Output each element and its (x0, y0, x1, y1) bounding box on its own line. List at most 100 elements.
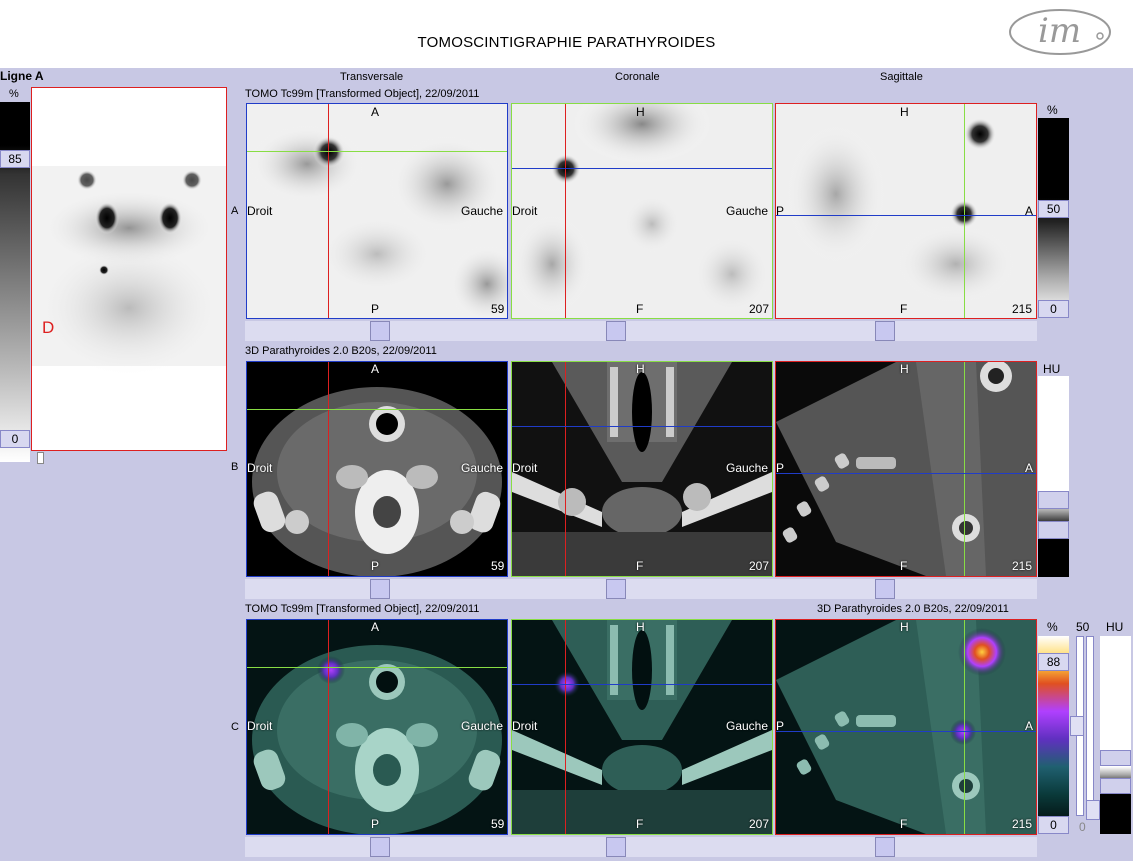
orient-anterior: A (1025, 719, 1034, 733)
im-logo: im (1008, 6, 1113, 58)
row-c-hu-bar[interactable] (1100, 636, 1131, 834)
row-c-scale-top[interactable]: 88 (1038, 653, 1069, 671)
transverse-slice-slider[interactable] (370, 321, 390, 341)
slice-number: 207 (749, 302, 770, 316)
orient-head: H (900, 620, 909, 634)
slice-number: 215 (1012, 302, 1033, 316)
crosshair-vertical (565, 104, 566, 318)
orient-left: Gauche (726, 461, 769, 475)
orient-head: H (900, 362, 909, 376)
row-a-slice-bar (245, 321, 1037, 341)
column-header-sagittal: Sagittale (880, 71, 923, 83)
crosshair-horizontal (512, 426, 772, 427)
orient-head: H (636, 620, 645, 634)
ct-sagittal-view[interactable] (775, 361, 1037, 577)
row-label-b: B (231, 461, 239, 473)
row-c-scale-unit: % (1047, 620, 1058, 634)
orient-anterior: A (371, 362, 380, 376)
orient-anterior: A (371, 105, 380, 119)
left-percent-label: % (9, 88, 19, 100)
series-label-nm: TOMO Tc99m [Transformed Object], 22/09/2… (245, 88, 480, 100)
column-header-coronal: Coronale (615, 71, 660, 83)
row-b-window-top[interactable] (1038, 491, 1069, 509)
row-c-scale-bottom[interactable]: 0 (1038, 816, 1069, 834)
row-c-hu-label: HU (1106, 620, 1124, 634)
crosshair-vertical (964, 362, 965, 576)
orient-left: Gauche (726, 204, 769, 218)
orient-right: Droit (512, 204, 538, 218)
orient-posterior: P (776, 461, 785, 475)
row-b-slice-bar (245, 579, 1037, 599)
crosshair-vertical (964, 620, 965, 834)
crosshair-horizontal (776, 215, 1036, 216)
left-scroll-handle[interactable] (37, 452, 44, 464)
line-label: Ligne A (0, 69, 44, 83)
orient-foot: F (900, 302, 908, 316)
blend-slider-thumb[interactable] (1070, 716, 1084, 736)
slice-number: 207 (749, 559, 770, 573)
row-b-scale-unit: HU (1043, 362, 1061, 376)
row-label-a: A (231, 205, 239, 217)
crosshair-vertical (328, 104, 329, 318)
blend-slider-track-2[interactable] (1086, 636, 1094, 816)
crosshair-horizontal (776, 473, 1036, 474)
slice-number: 215 (1012, 817, 1033, 831)
crosshair-vertical (565, 362, 566, 576)
sagittal-slice-slider[interactable] (875, 579, 895, 599)
orient-right: Droit (247, 719, 273, 733)
orient-right: Droit (512, 719, 538, 733)
left-scale-min[interactable]: 0 (0, 430, 30, 448)
crosshair-vertical (565, 620, 566, 834)
row-a-scale-unit: % (1047, 103, 1058, 117)
slice-number: 59 (491, 559, 505, 573)
orient-posterior: P (776, 204, 785, 218)
crosshair-horizontal (247, 151, 507, 152)
row-a-scale-top[interactable]: 50 (1038, 200, 1069, 218)
crosshair-horizontal (512, 168, 772, 169)
left-scale-max[interactable]: 85 (0, 150, 30, 168)
slice-number: 207 (749, 817, 770, 831)
nm-sagittal-view[interactable] (775, 103, 1037, 319)
coronal-slice-slider[interactable] (606, 837, 626, 857)
row-c-slice-bar (245, 837, 1037, 857)
orient-right: Droit (247, 204, 273, 218)
row-c-hu-window-bottom[interactable] (1100, 778, 1131, 794)
series-label-fusion-nm: TOMO Tc99m [Transformed Object], 22/09/2… (245, 603, 480, 615)
coronal-slice-slider[interactable] (606, 579, 626, 599)
sagittal-slice-slider[interactable] (875, 837, 895, 857)
row-a-scale-bottom[interactable]: 0 (1038, 300, 1069, 318)
orient-foot: F (636, 817, 644, 831)
slice-number: 59 (491, 302, 505, 316)
sagittal-slice-slider[interactable] (875, 321, 895, 341)
crosshair-horizontal (247, 409, 507, 410)
orient-posterior: P (371, 559, 380, 573)
orient-foot: F (900, 817, 908, 831)
row-b-grayscale-bar[interactable] (1038, 376, 1069, 577)
crosshair-horizontal (247, 667, 507, 668)
crosshair-horizontal (512, 684, 772, 685)
column-header-transverse: Transversale (340, 71, 404, 83)
row-c-hu-window-top[interactable] (1100, 750, 1131, 766)
orient-anterior: A (1025, 461, 1034, 475)
transverse-slice-slider[interactable] (370, 837, 390, 857)
orient-foot: F (636, 559, 644, 573)
orient-head: H (900, 105, 909, 119)
row-b-window-bottom[interactable] (1038, 521, 1069, 539)
transverse-slice-slider[interactable] (370, 579, 390, 599)
crosshair-horizontal (776, 731, 1036, 732)
planar-image-panel[interactable]: D (31, 87, 227, 451)
orient-right: Droit (512, 461, 538, 475)
blend-slider-thumb-2[interactable] (1086, 800, 1100, 820)
orient-head: H (636, 105, 645, 119)
svg-text:im: im (1038, 11, 1081, 51)
crosshair-vertical (328, 362, 329, 576)
orient-left: Gauche (461, 204, 504, 218)
crosshair-vertical (964, 104, 965, 318)
slice-number: 59 (491, 817, 505, 831)
orient-posterior: P (776, 719, 785, 733)
slice-number: 215 (1012, 559, 1033, 573)
fusion-sagittal-view[interactable] (775, 619, 1037, 835)
orient-right: Droit (247, 461, 273, 475)
coronal-slice-slider[interactable] (606, 321, 626, 341)
orient-posterior: P (371, 302, 380, 316)
